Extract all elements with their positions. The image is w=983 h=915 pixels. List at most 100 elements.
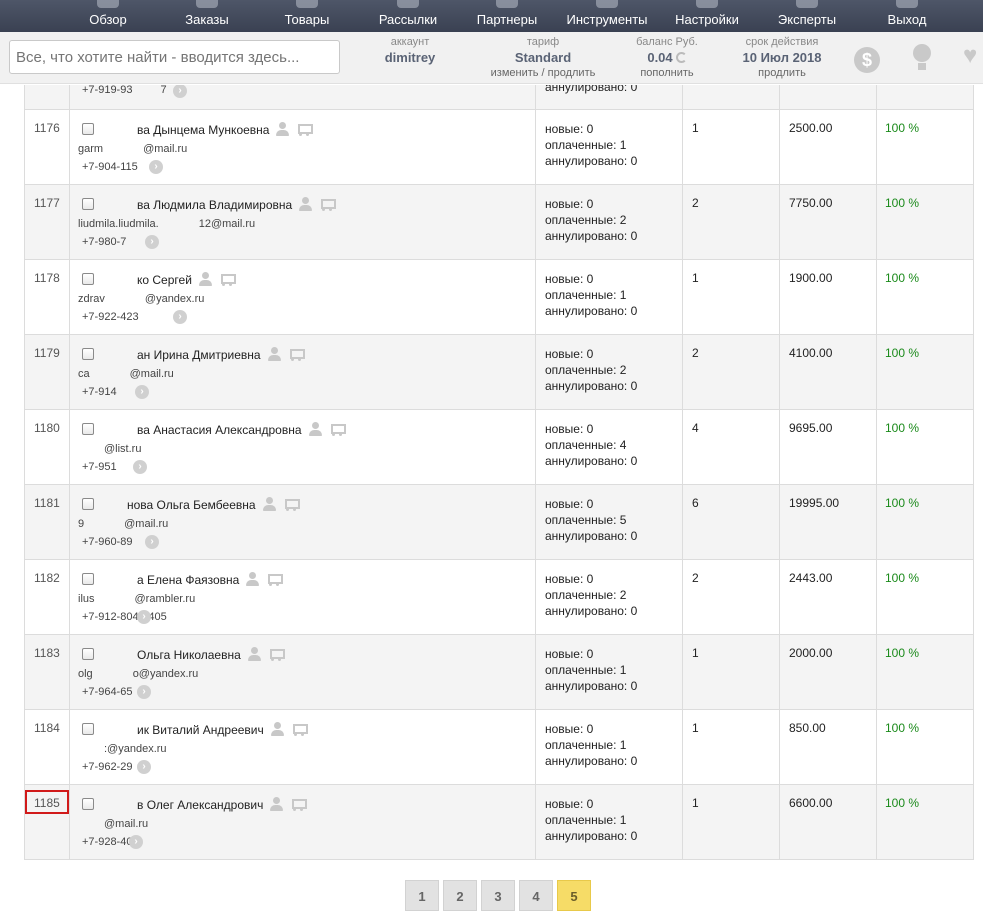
customer-name[interactable]: ва Людмила Владимировна [103,197,337,212]
chevron-right-icon[interactable]: › [145,235,159,249]
order-id[interactable]: 1176 [34,121,60,135]
row-checkbox[interactable] [82,573,94,585]
nav-partners[interactable]: Партнеры [470,0,544,32]
tariff-name: Standard [514,50,572,65]
money-bag-icon[interactable]: $ [854,47,880,73]
customer-phone: +7-980-7 [82,236,127,248]
chevron-right-icon[interactable]: › [173,85,187,98]
table-row: 1185 в Олег Александрович @mail.ru +7-928-4… [24,785,974,860]
person-icon[interactable] [246,572,260,586]
nav-tools[interactable]: Инструменты [562,0,652,32]
chevron-right-icon[interactable]: › [135,385,149,399]
customer-name[interactable]: ва Анастасия Александровна [103,422,346,437]
order-id[interactable]: 1184 [34,721,60,735]
nav-orders[interactable]: Заказы [175,0,239,32]
balance-topup-link[interactable]: пополнить [628,67,706,80]
customer-name[interactable]: ик Виталий Андреевич [103,722,308,737]
row-checkbox[interactable] [82,723,94,735]
person-icon[interactable] [198,272,212,286]
nav-overview[interactable]: Обзор [78,0,138,32]
person-icon[interactable] [262,497,276,511]
cart-icon[interactable] [290,722,308,736]
order-count: 1 [692,271,699,285]
cart-icon[interactable] [289,797,308,811]
cart-icon[interactable] [267,647,285,661]
row-checkbox[interactable] [82,798,94,810]
status-new: новые: 0 [545,272,594,286]
cart-icon[interactable] [328,422,346,436]
order-id[interactable]: 1182 [34,571,60,585]
nav-label: Настройки [675,12,739,27]
chevron-right-icon[interactable]: › [129,835,143,849]
cart-icon[interactable] [295,122,314,136]
page-button-5[interactable]: 5 [557,880,591,911]
refresh-icon[interactable] [675,52,687,63]
cart-icon[interactable] [318,197,337,211]
order-count: 1 [692,121,699,135]
person-icon[interactable] [270,722,284,736]
order-id[interactable]: 1178 [34,271,60,285]
person-icon[interactable] [308,422,322,436]
chevron-right-icon[interactable]: › [149,160,163,174]
page-button-2[interactable]: 2 [443,880,477,911]
chevron-right-icon[interactable]: › [137,610,151,624]
nav-experts[interactable]: Эксперты [771,0,843,32]
balance-value-line: 0.04 [628,49,706,67]
payment-percent: 100 % [885,196,920,210]
order-id[interactable]: 1179 [34,346,60,360]
customer-name[interactable]: в Олег Александрович [103,797,308,812]
customer-phone: +7-904-115 [82,161,138,173]
heart-icon[interactable]: ♥ [963,44,977,68]
status-cancelled: аннулировано: 0 [545,829,638,843]
expiry-extend-link[interactable]: продлить [732,67,832,80]
person-icon[interactable] [270,797,284,811]
row-checkbox[interactable] [82,273,94,285]
cart-icon[interactable] [287,347,305,361]
order-id[interactable]: 1177 [34,196,60,210]
person-icon[interactable] [247,647,261,661]
customer-name[interactable]: ан Ирина Дмитриевна [103,347,305,362]
search-input[interactable] [9,40,340,74]
row-checkbox[interactable] [82,423,94,435]
page-button-3[interactable]: 3 [481,880,515,911]
order-id[interactable]: 1181 [34,496,60,510]
person-icon[interactable] [276,122,290,136]
customer-name[interactable]: нова Ольга Бембеевна [103,497,300,512]
table-row: 1180 ва Анастасия Александровна @list.ru +7… [24,410,974,485]
order-id[interactable]: 1185 [25,790,69,814]
person-icon[interactable] [299,197,313,211]
chevron-right-icon[interactable]: › [145,535,159,549]
status-cancelled: аннулировано: 0 [545,754,638,768]
nav-logout[interactable]: Выход [880,0,934,32]
customer-name[interactable]: Ольга Николаевна [103,647,285,662]
chevron-right-icon[interactable]: › [173,310,187,324]
row-checkbox[interactable] [82,648,94,660]
tariff-change-link[interactable]: изменить / продлить [486,67,600,80]
row-checkbox[interactable] [82,123,94,135]
customer-name[interactable]: а Елена Фаязовна [103,572,284,587]
order-status: новые: 0 оплаченные: 5 аннулировано: 0 [545,496,637,544]
nav-mailings[interactable]: Рассылки [370,0,446,32]
order-id[interactable]: 1183 [34,646,60,660]
nav-products[interactable]: Товары [277,0,337,32]
status-cancelled: аннулировано: 0 [545,454,638,468]
order-id[interactable]: 1180 [34,421,60,435]
customer-name[interactable]: ва Дынцема Мункоевна [103,122,314,137]
chevron-right-icon[interactable]: › [137,685,151,699]
customer-phone: +7-922-423 [82,311,139,323]
row-checkbox[interactable] [82,198,94,210]
cart-icon[interactable] [282,497,300,511]
page-button-1[interactable]: 1 [405,880,439,911]
chevron-right-icon[interactable]: › [137,760,151,774]
cart-icon[interactable] [218,272,236,286]
lightbulb-icon[interactable] [913,44,931,70]
row-checkbox[interactable] [82,498,94,510]
nav-settings[interactable]: Настройки [670,0,744,32]
page-button-4[interactable]: 4 [519,880,553,911]
row-checkbox[interactable] [82,348,94,360]
customer-name[interactable]: ко Сергей [103,272,236,287]
chevron-right-icon[interactable]: › [133,460,147,474]
person-icon[interactable] [267,347,281,361]
experts-icon [796,0,818,8]
cart-icon[interactable] [265,572,284,586]
